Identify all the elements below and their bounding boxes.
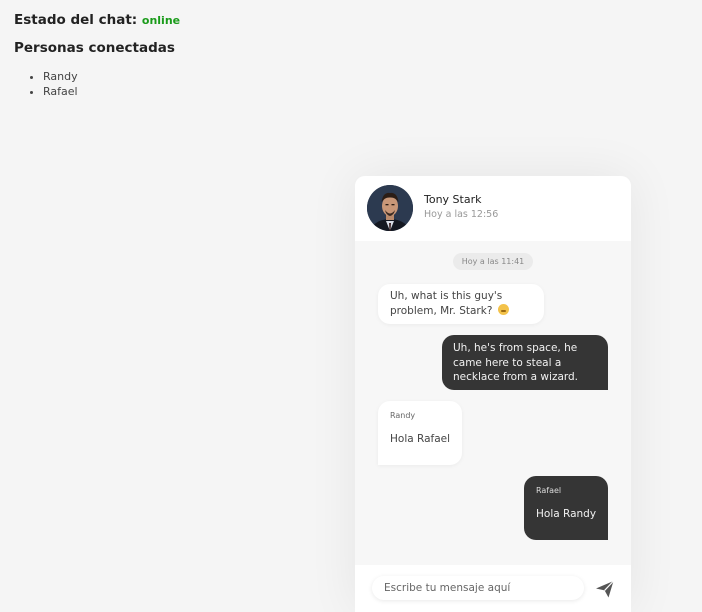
date-separator: Hoy a las 11:41	[453, 253, 533, 270]
avatar-portrait-icon	[367, 185, 413, 231]
chat-status-value: online	[141, 14, 181, 27]
message-sender: Randy	[390, 411, 416, 420]
message-outgoing: Rafael Hola Randy	[524, 476, 608, 540]
chat-window: Tony Stark Hoy a las 12:56 Hoy a las 11:…	[355, 176, 631, 612]
connected-people-list: Randy Rafael	[43, 69, 78, 99]
contact-avatar[interactable]	[367, 185, 413, 231]
contact-last-seen: Hoy a las 12:56	[424, 209, 499, 220]
thinking-face-icon	[497, 303, 509, 315]
send-icon	[596, 580, 614, 598]
message-text: Hola Randy	[536, 508, 597, 520]
message-incoming: Uh, what is this guy's problem, Mr. Star…	[378, 284, 544, 324]
message-text: Uh, he's from space, he came here to ste…	[453, 342, 579, 383]
send-button[interactable]	[595, 579, 615, 599]
message-input[interactable]	[372, 576, 584, 600]
message-incoming: Randy Hola Rafael	[378, 401, 462, 465]
chat-header: Tony Stark Hoy a las 12:56	[355, 176, 631, 241]
connected-person: Randy	[43, 69, 78, 84]
message-composer	[355, 565, 631, 612]
connected-person: Rafael	[43, 84, 78, 99]
message-text: Uh, what is this guy's problem, Mr. Star…	[390, 290, 503, 317]
message-text: Hola Rafael	[390, 433, 451, 445]
message-outgoing: Uh, he's from space, he came here to ste…	[442, 335, 608, 390]
chat-status: Estado del chat: online	[14, 12, 180, 28]
contact-name: Tony Stark	[424, 193, 482, 206]
message-sender: Rafael	[536, 486, 562, 495]
chat-status-label: Estado del chat:	[14, 12, 138, 28]
connected-people-title: Personas conectadas	[14, 40, 175, 56]
